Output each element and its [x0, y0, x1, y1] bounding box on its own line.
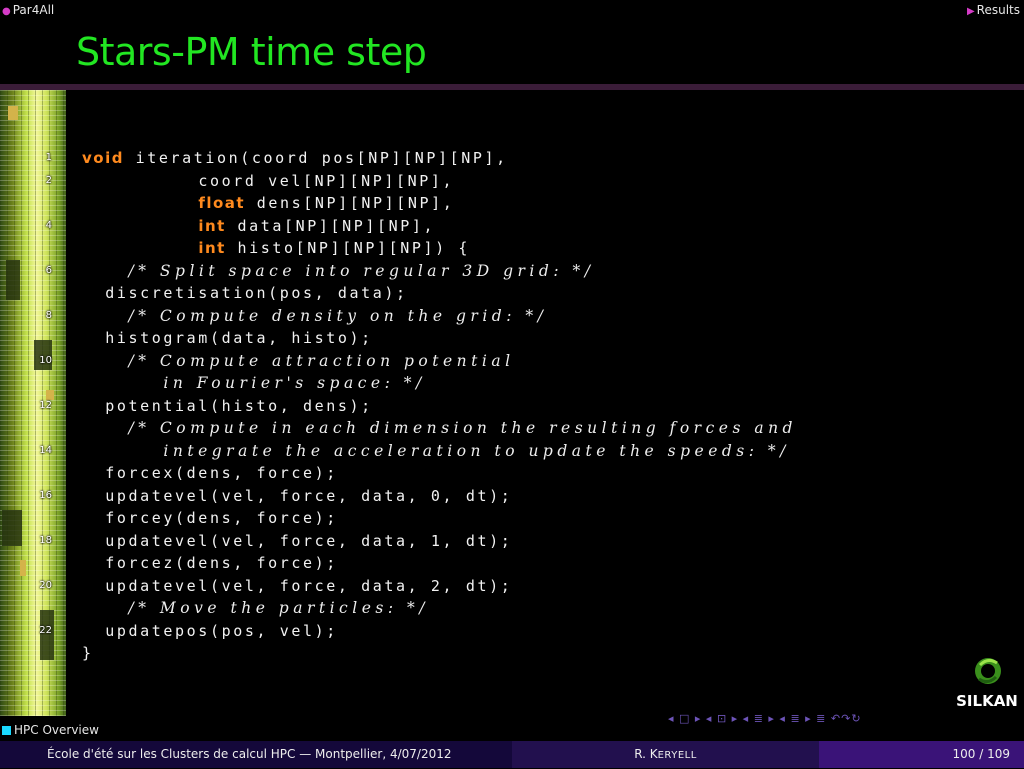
- code-text: forcez(dens, force);: [105, 554, 338, 572]
- silkan-logo: SILKAN: [956, 658, 1018, 710]
- code-text: potential(histo, dens);: [105, 396, 373, 415]
- code-comment: /* Compute attraction potential: [128, 351, 515, 370]
- code-comment: /* Compute density on the grid: */: [128, 306, 548, 325]
- code-line: forcex(dens, force);: [82, 462, 797, 485]
- code-keyword: int: [198, 239, 226, 257]
- code-line: updatevel(vel, force, data, 1, dt);: [82, 530, 797, 553]
- title-divider: [0, 84, 1024, 90]
- line-number: 8: [45, 309, 52, 321]
- code-comment: /* Move the particles: */: [128, 599, 429, 617]
- line-numbers: 1 2 4 6 8 10 12 14 16 18 20 22: [26, 147, 52, 665]
- slide-title: Stars-PM time step: [76, 30, 427, 74]
- section-indicator[interactable]: HPC Overview: [2, 723, 99, 737]
- code-line: float dens[NP][NP][NP],: [82, 192, 797, 215]
- code-keyword: float: [198, 194, 246, 212]
- code-keyword: int: [198, 216, 226, 235]
- code-line: integrate the acceleration to update the…: [82, 440, 797, 463]
- line-number: 18: [39, 534, 52, 546]
- triangle-right-icon: ▶: [966, 6, 975, 17]
- line-number: [26, 327, 52, 350]
- code-line: /* Compute attraction potential: [82, 350, 797, 373]
- code-line: in Fourier's space: */: [82, 372, 797, 395]
- code-listing: void iteration(coord pos[NP][NP][NP], co…: [82, 147, 797, 665]
- header-nav-results[interactable]: ▶ Results: [967, 3, 1020, 17]
- code-line: histogram(data, histo);: [82, 327, 797, 350]
- footer-author: R. KERYELL: [512, 741, 819, 768]
- code-line: int data[NP][NP][NP],: [82, 215, 797, 238]
- line-number: [26, 417, 52, 440]
- code-line: forcey(dens, force);: [82, 507, 797, 530]
- line-number: [26, 597, 52, 620]
- code-line: potential(histo, dens);: [82, 395, 797, 418]
- line-number: [26, 237, 52, 260]
- footer-event: École d'été sur les Clusters de calcul H…: [0, 741, 512, 768]
- code-comment: /* Split space into regular 3D grid: */: [128, 261, 595, 280]
- code-line: updatevel(vel, force, data, 2, dt);: [82, 575, 797, 598]
- code-text: forcey(dens, force);: [105, 509, 338, 527]
- code-text: updatepos(pos, vel);: [105, 621, 338, 640]
- code-line: /* Compute in each dimension the resulti…: [82, 417, 797, 440]
- code-text: updatevel(vel, force, data, 2, dt);: [105, 576, 513, 595]
- line-number: [26, 507, 52, 530]
- line-number: [26, 462, 52, 485]
- code-comment: integrate the acceleration to update the…: [163, 441, 790, 460]
- line-number: 2: [45, 174, 52, 186]
- code-line: void iteration(coord pos[NP][NP][NP],: [82, 147, 797, 170]
- code-line: /* Move the particles: */: [82, 597, 797, 620]
- code-comment: /* Compute in each dimension the resulti…: [128, 419, 797, 437]
- code-text: discretisation(pos, data);: [105, 284, 408, 302]
- line-number: [26, 192, 52, 215]
- section-label-text: HPC Overview: [14, 723, 99, 737]
- code-text: histogram(data, histo);: [105, 329, 373, 347]
- line-number: 12: [39, 399, 52, 411]
- code-text: coord vel[NP][NP][NP],: [198, 171, 455, 190]
- code-line: updatepos(pos, vel);: [82, 620, 797, 643]
- code-text: data[NP][NP][NP],: [225, 216, 436, 235]
- line-number: 16: [39, 489, 52, 501]
- code-line: int histo[NP][NP][NP]) {: [82, 237, 797, 260]
- header-left-label: Par4All: [12, 3, 55, 17]
- code-keyword: void: [82, 149, 124, 167]
- code-line: }: [82, 642, 797, 665]
- code-text: histo[NP][NP][NP]) {: [225, 239, 471, 257]
- code-text: updatevel(vel, force, data, 0, dt);: [105, 486, 513, 505]
- footer-page-number: 100 / 109: [819, 741, 1024, 768]
- header-right-label: Results: [976, 3, 1020, 17]
- code-text: forcex(dens, force);: [105, 464, 338, 482]
- line-number: 14: [39, 444, 52, 456]
- line-number: [26, 372, 52, 395]
- code-line: /* Compute density on the grid: */: [82, 305, 797, 328]
- code-line: /* Split space into regular 3D grid: */: [82, 260, 797, 283]
- line-number: 1: [45, 152, 52, 163]
- code-text: dens[NP][NP][NP],: [245, 194, 455, 212]
- code-line: updatevel(vel, force, data, 0, dt);: [82, 485, 797, 508]
- code-text: updatevel(vel, force, data, 1, dt);: [105, 531, 513, 550]
- header-nav-par4all[interactable]: ● Par4All: [2, 3, 54, 17]
- code-text: iteration(coord pos[NP][NP][NP],: [123, 149, 508, 167]
- line-number: 22: [39, 624, 52, 636]
- square-icon: [2, 726, 11, 735]
- code-line: discretisation(pos, data);: [82, 282, 797, 305]
- line-number: 6: [45, 264, 52, 276]
- beamer-navigation-icons[interactable]: ◂ □ ▸ ◂ ⊡ ▸ ◂ ≣ ▸ ◂ ≣ ▸ ≣ ↶↷↻: [668, 712, 862, 725]
- code-comment: in Fourier's space: */: [163, 374, 426, 392]
- logo-text: SILKAN: [956, 692, 1018, 710]
- code-text: }: [82, 644, 94, 662]
- line-number: 20: [39, 579, 52, 591]
- line-number: [26, 552, 52, 575]
- bullet-icon: ●: [2, 6, 11, 17]
- line-number: 4: [45, 219, 52, 231]
- code-line: coord vel[NP][NP][NP],: [82, 170, 797, 193]
- slide-footer: École d'été sur les Clusters de calcul H…: [0, 741, 1024, 768]
- line-number: [26, 642, 52, 665]
- line-number: [26, 282, 52, 305]
- line-number: 10: [39, 354, 52, 366]
- code-line: forcez(dens, force);: [82, 552, 797, 575]
